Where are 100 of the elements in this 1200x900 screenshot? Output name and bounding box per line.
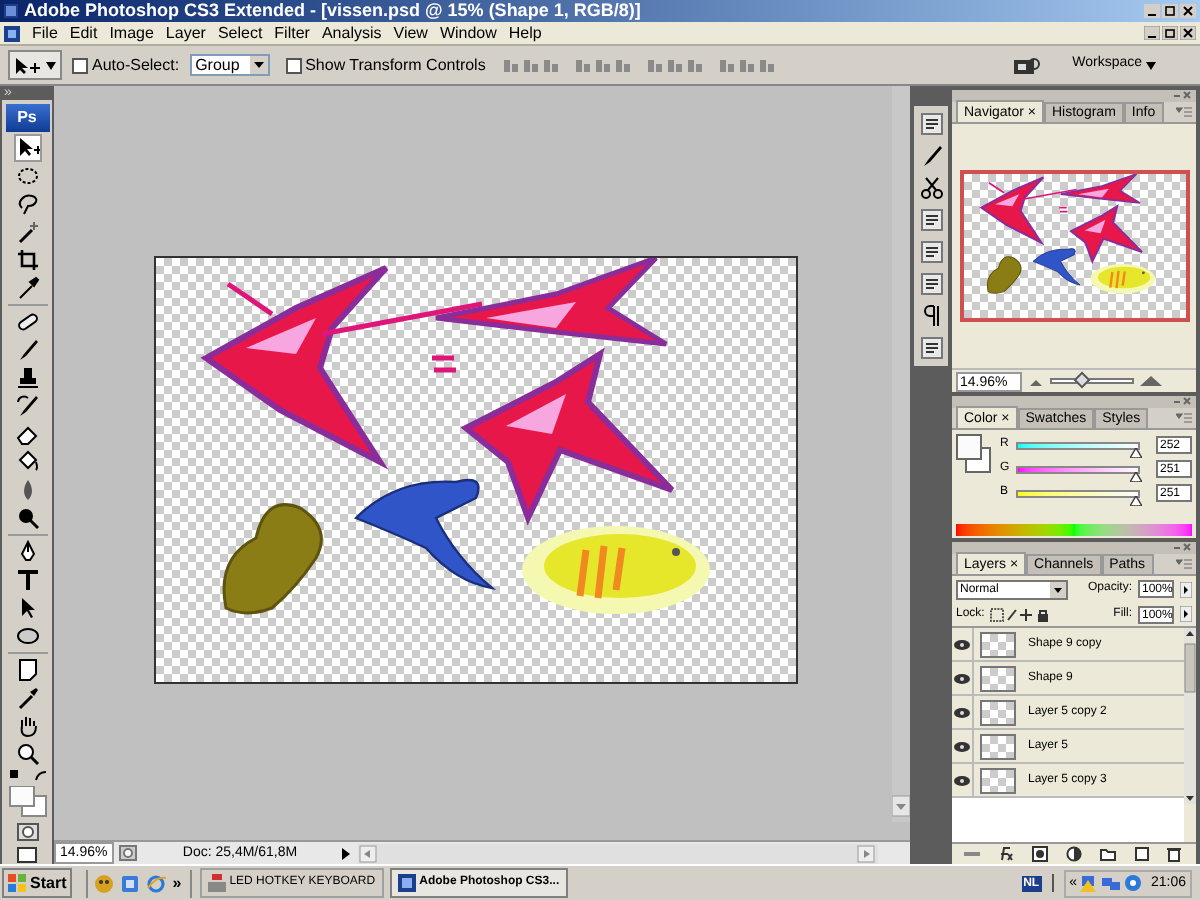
menu-item[interactable]: View [393,25,428,41]
close-icon[interactable] [1180,4,1196,18]
brush-icon[interactable] [919,144,943,168]
scissors-icon[interactable] [919,176,943,200]
menu-item[interactable]: File [32,25,58,41]
visibility-toggle[interactable] [952,628,974,661]
visibility-toggle[interactable] [952,729,974,763]
network-icon[interactable] [1102,874,1121,892]
eye-icon [954,741,970,751]
screen-mode-icon[interactable] [15,846,39,866]
keyboard-icon [207,874,226,892]
bucket-icon[interactable] [15,450,39,474]
canvas-document[interactable] [154,256,798,684]
ellipse-marquee-icon[interactable] [15,164,39,188]
eyedropper-icon[interactable] [15,686,39,710]
trash-icon[interactable] [1166,846,1183,862]
menu-item[interactable]: Help [508,25,542,41]
quick-mask-icon[interactable] [15,822,39,842]
app-logo: Ps [5,104,49,132]
paragraph-icon[interactable] [919,304,943,328]
panel-menu-icon[interactable] [1176,412,1192,424]
crop-icon[interactable] [15,248,39,272]
horizontal-scrollbar[interactable] [358,843,878,863]
desktop-icon[interactable] [120,873,141,893]
arrow-icon[interactable] [1180,581,1192,597]
menu-item[interactable]: Layer [165,25,206,41]
magic-wand-icon[interactable] [15,220,39,244]
color-swatches-icon[interactable] [7,786,47,818]
zoom-in-icon[interactable] [1140,374,1162,388]
restore-icon[interactable] [1162,26,1178,40]
panel-menu-icon[interactable] [1176,558,1192,570]
effects-icon[interactable] [998,846,1015,862]
arrow-icon[interactable] [1180,606,1192,622]
target-dropdown[interactable]: Group [189,54,270,76]
panel-menu-icon[interactable] [1176,106,1192,118]
history-brush-icon[interactable] [15,394,39,418]
eyedropper-icon[interactable] [15,276,39,300]
dropdown-arrow-icon [249,56,268,74]
layer-thumbnail [980,665,1016,691]
hand-icon[interactable] [15,714,39,738]
color-swatches-icon[interactable] [956,434,992,474]
text-tool-icon[interactable] [15,568,39,592]
menu-item[interactable]: Edit [69,25,98,41]
slider-thumb[interactable] [1130,447,1143,457]
adjustment-icon[interactable] [1065,846,1082,862]
app-icon [4,4,18,18]
checkbox[interactable] [285,57,302,73]
network-warning-icon[interactable] [1080,874,1099,892]
more-button[interactable]: » [172,875,182,891]
burn-icon[interactable] [15,506,39,530]
dash-mark-drawing [429,355,459,373]
window-title: Adobe Photoshop CS3 Extended - [vissen.psd @ 15% (Shape 1, RGB/8)] [24,2,641,20]
smiley-icon[interactable] [94,873,115,893]
document-icon[interactable] [4,25,20,41]
menu-item[interactable]: Image [109,25,154,41]
dropdown-arrow-icon [1050,581,1066,597]
tool-preset-picker[interactable] [8,50,62,80]
preview-icon[interactable] [118,844,138,862]
layer-thumbnail [980,699,1016,725]
link-icon[interactable] [964,846,981,862]
vertical-scrollbar[interactable] [1184,628,1196,804]
play-arrow-icon[interactable] [338,845,354,861]
camera-icon[interactable] [1014,55,1041,75]
mask-icon[interactable] [1032,846,1049,862]
checkbox[interactable] [72,57,88,73]
stamp-icon[interactable] [15,366,39,390]
brush-icon[interactable] [15,338,39,362]
menu-item[interactable]: Analysis [321,25,382,41]
pen-icon[interactable] [15,540,39,564]
slider-thumb[interactable] [1073,371,1091,389]
lock-options-icon[interactable] [990,607,1051,621]
color-spectrum-bar[interactable] [956,524,1192,536]
visibility-toggle[interactable] [952,695,974,729]
menu-item[interactable]: Filter [274,25,310,41]
app-icon [397,874,416,892]
ellipse-shape-icon[interactable] [15,624,39,648]
maximize-icon[interactable] [1162,4,1178,18]
move-tool-icon[interactable] [15,136,39,160]
panel-controls-icon[interactable] [1172,90,1192,100]
panel-controls-icon[interactable] [1172,396,1192,406]
minimize-icon[interactable] [1144,4,1160,18]
swap-colors-icon[interactable] [7,770,47,782]
lasso-icon[interactable] [15,192,39,216]
zoom-icon[interactable] [15,742,39,766]
globe-icon[interactable] [1124,874,1143,892]
vertical-scrollbar[interactable] [892,86,910,822]
start-button[interactable]: Start [2,868,73,898]
menu-item[interactable]: Select [217,25,263,41]
panel-controls-icon[interactable] [1172,542,1192,552]
new-layer-icon[interactable] [1133,846,1150,862]
minimize-icon[interactable] [1144,26,1160,40]
eraser-icon[interactable] [15,422,39,446]
bandage-icon[interactable] [15,310,39,334]
visibility-toggle[interactable] [952,661,974,695]
close-icon[interactable] [1180,26,1196,40]
visibility-toggle[interactable] [952,763,974,797]
menu-item[interactable]: Window [439,25,497,41]
notes-icon[interactable] [15,658,39,682]
browser-icon[interactable] [146,873,167,893]
zoom-out-icon[interactable] [1028,375,1044,387]
